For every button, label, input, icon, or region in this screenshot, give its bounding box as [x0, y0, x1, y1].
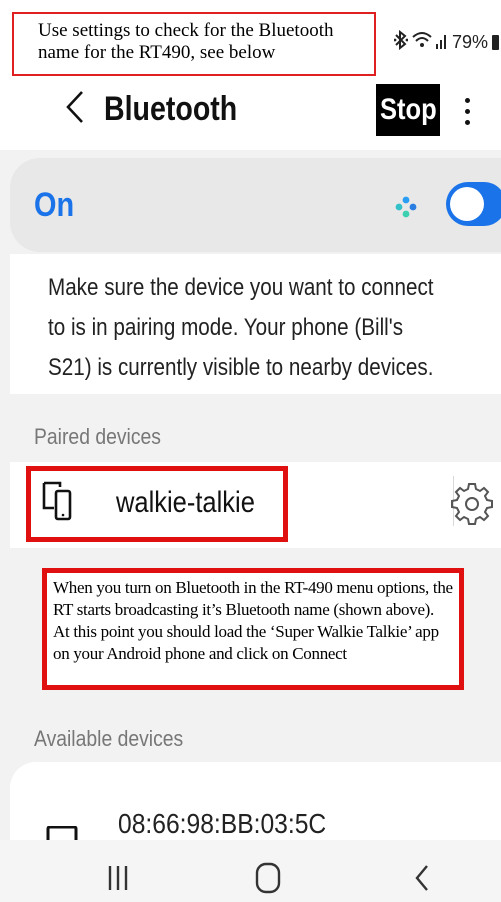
- bluetooth-icon: [393, 29, 409, 55]
- recent-apps-icon: [108, 866, 128, 890]
- laptop-icon: [46, 826, 78, 840]
- gear-icon: [451, 483, 493, 525]
- signal-icon: [435, 31, 448, 54]
- top-annotation-note: Use settings to check for the Bluetooth …: [12, 12, 376, 76]
- more-vertical-icon-dot: [464, 119, 470, 125]
- stop-button-label: Stop: [379, 93, 437, 126]
- page-title: Bluetooth: [104, 90, 238, 128]
- home-button[interactable]: [248, 858, 288, 898]
- paired-devices-heading: Paired devices: [34, 424, 161, 449]
- more-vertical-icon-dot: [464, 108, 470, 114]
- recent-apps-button[interactable]: [100, 858, 136, 898]
- device-settings-button[interactable]: [446, 476, 498, 528]
- nearby-scan-icon: [395, 196, 417, 218]
- status-bar: 79%: [393, 29, 499, 55]
- bluetooth-state-label: On: [34, 186, 75, 224]
- back-button[interactable]: [60, 88, 90, 136]
- nav-back-button[interactable]: [402, 858, 442, 898]
- battery-level: 79%: [451, 32, 488, 52]
- more-options-button[interactable]: [456, 88, 478, 134]
- wifi-icon: [412, 31, 432, 54]
- more-vertical-icon-dot: [464, 97, 470, 103]
- available-device-name: 08:66:98:BB:03:5C: [118, 808, 327, 839]
- back-chevron-icon: [66, 91, 83, 123]
- pairing-description: Make sure the device you want to connect…: [48, 274, 434, 381]
- battery-icon: [492, 35, 499, 50]
- highlight-box-paired-device: [26, 466, 288, 542]
- bluetooth-toggle-row[interactable]: [10, 158, 501, 252]
- stop-button[interactable]: Stop: [376, 84, 440, 136]
- home-icon: [255, 862, 281, 894]
- available-devices-heading: Available devices: [34, 726, 184, 751]
- middle-annotation-note: When you turn on Bluetooth in the RT-490…: [42, 568, 464, 690]
- toggle-knob: [450, 187, 484, 221]
- bluetooth-toggle-switch[interactable]: [446, 182, 501, 226]
- back-icon: [415, 865, 428, 891]
